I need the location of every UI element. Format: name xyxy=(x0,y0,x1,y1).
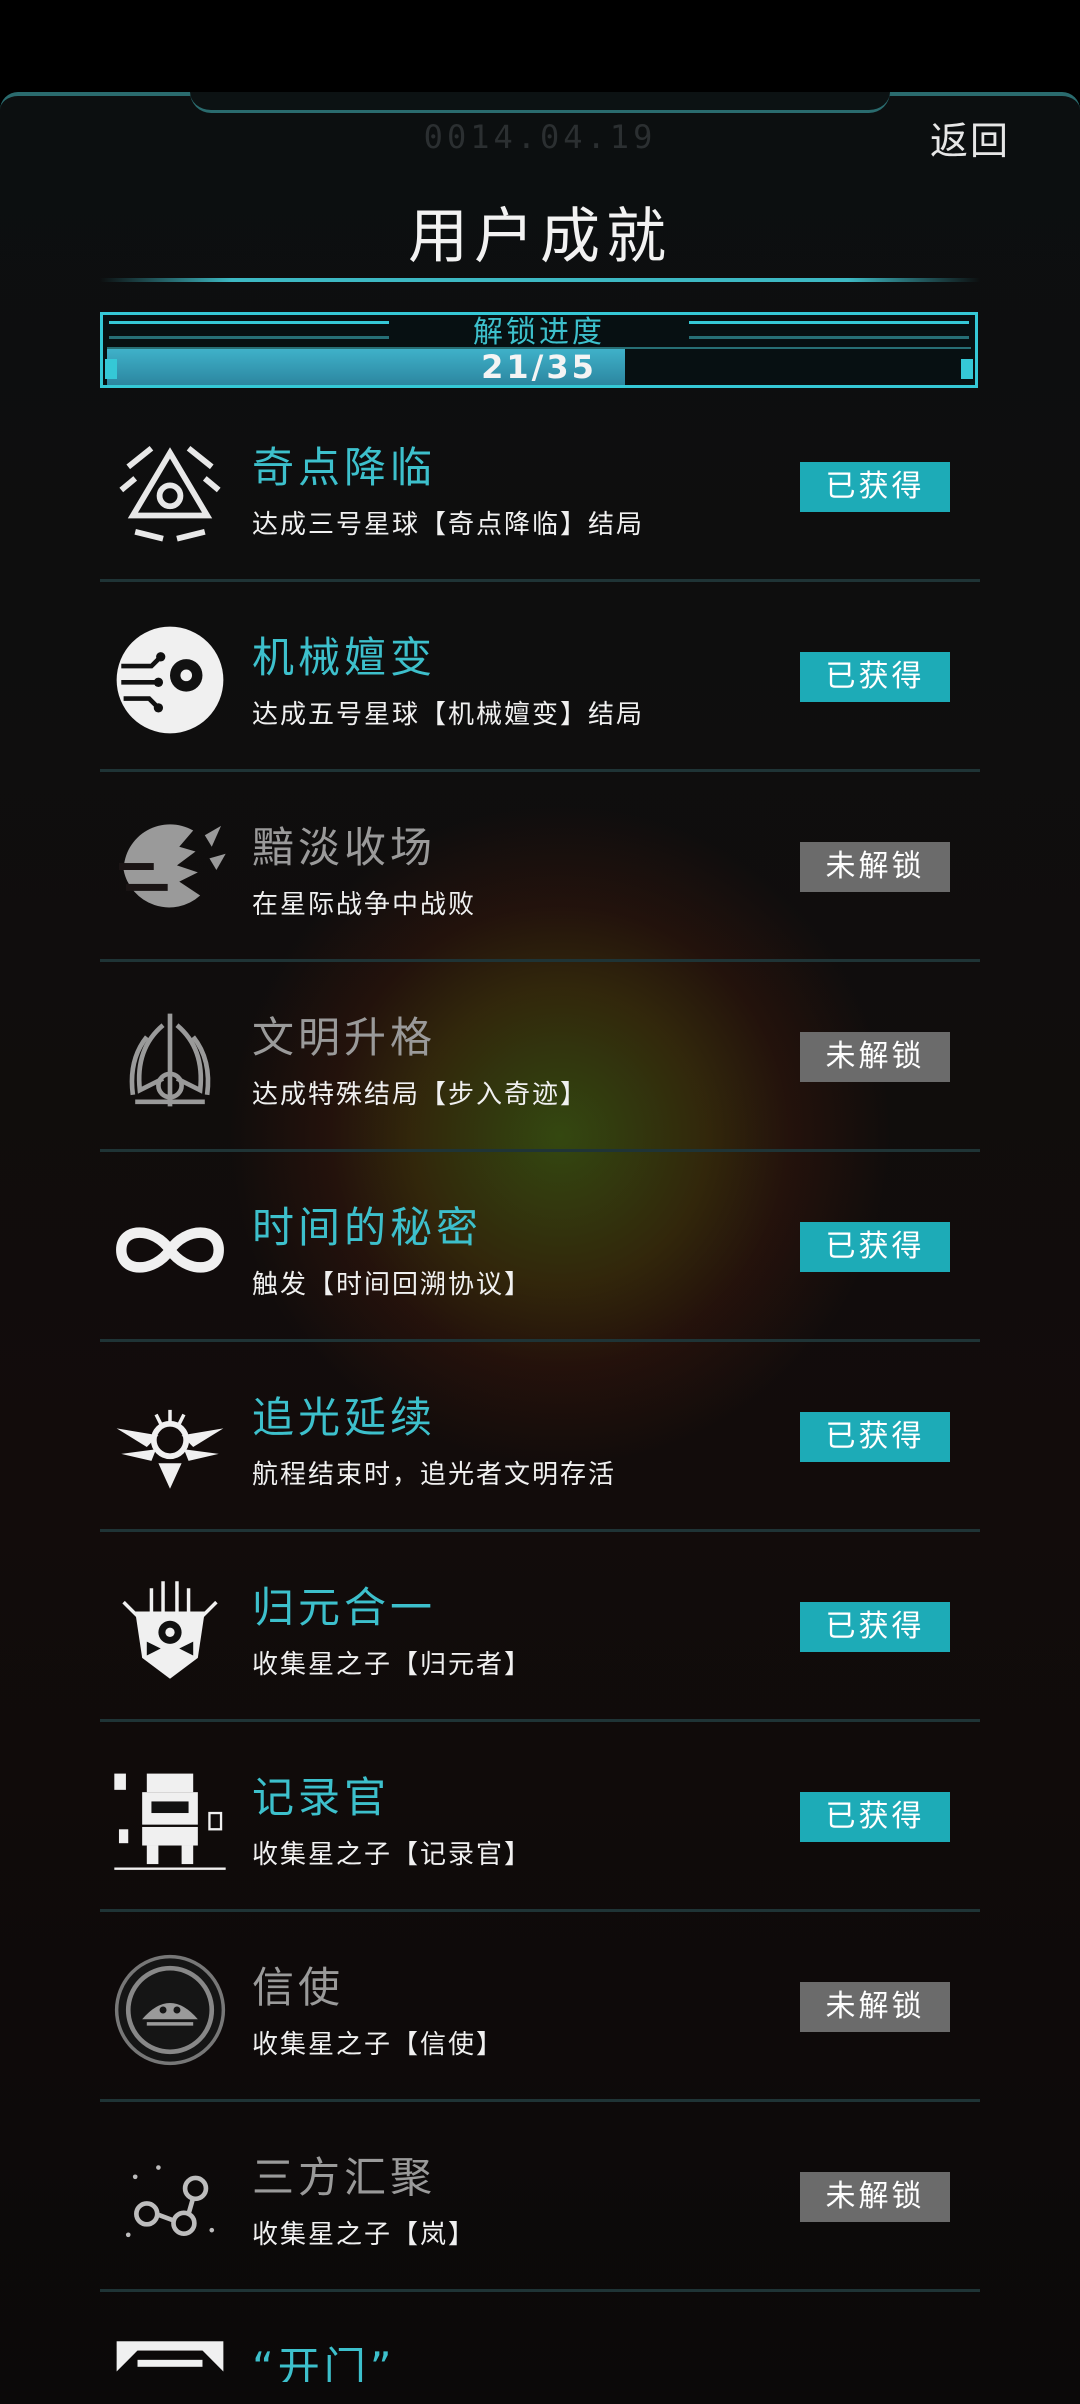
achievement-name: 时间的秘密 xyxy=(252,1203,483,1252)
achievement-list: 奇点降临 达成三号星球【奇点降临】结局 已获得 机械嬗变 达成五号星球【机械嬗变… xyxy=(100,392,980,2382)
orbit-nodes-icon xyxy=(112,2142,228,2258)
achievement-name: 奇点降临 xyxy=(252,443,437,492)
achievement-name: 三方汇聚 xyxy=(252,2153,437,2202)
achievement-name: 文明升格 xyxy=(252,1013,437,1062)
achievement-status-badge: 已获得 xyxy=(800,652,950,702)
achievement-desc: 触发【时间回溯协议】 xyxy=(252,1270,533,1300)
achievement-desc: 收集星之子【记录官】 xyxy=(252,1840,533,1870)
achievement-name: 记录官 xyxy=(252,1773,391,1822)
achievement-status-badge: 已获得 xyxy=(800,1602,950,1652)
progress-cap-right xyxy=(961,359,973,379)
gate-icon xyxy=(112,2332,228,2382)
achievement-item[interactable]: “开门” xyxy=(100,2292,980,2382)
winged-star-icon xyxy=(112,1382,228,1498)
achievement-name: 黯淡收场 xyxy=(252,823,437,872)
progress-label: 解锁进度 xyxy=(473,315,605,350)
achievement-item[interactable]: 黯淡收场 在星际战争中战败 未解锁 xyxy=(100,772,980,962)
achievement-item[interactable]: 信使 收集星之子【信使】 未解锁 xyxy=(100,1912,980,2102)
page-title: 用户成就 xyxy=(408,202,672,272)
winged-crest-icon xyxy=(112,1002,228,1118)
achievement-desc: 在星际战争中战败 xyxy=(252,890,477,920)
achievement-item[interactable]: 归元合一 收集星之子【归元者】 已获得 xyxy=(100,1532,980,1722)
achievement-item[interactable]: 机械嬗变 达成五号星球【机械嬗变】结局 已获得 xyxy=(100,582,980,772)
progress-cap-left xyxy=(105,359,117,379)
achievement-desc: 达成特殊结局【步入奇迹】 xyxy=(252,1080,589,1110)
progress-track: 21/35 xyxy=(107,347,971,385)
infinity-icon xyxy=(112,1192,228,1308)
achievement-name: 信使 xyxy=(252,1963,345,2012)
achievement-item[interactable]: 奇点降临 达成三号星球【奇点降临】结局 已获得 xyxy=(100,392,980,582)
achievement-desc: 收集星之子【归元者】 xyxy=(252,1650,533,1680)
achievement-status-badge: 未解锁 xyxy=(800,2172,950,2222)
robot-mask-icon xyxy=(112,1572,228,1688)
achievement-status-badge: 已获得 xyxy=(800,462,950,512)
achievement-name: 机械嬗变 xyxy=(252,633,437,682)
achievement-desc: 收集星之子【信使】 xyxy=(252,2030,505,2060)
achievement-desc: 收集星之子【岚】 xyxy=(252,2220,477,2250)
achievement-item[interactable]: 三方汇聚 收集星之子【岚】 未解锁 xyxy=(100,2102,980,2292)
achievement-item[interactable]: 追光延续 航程结束时，追光者文明存活 已获得 xyxy=(100,1342,980,1532)
achievement-name: “开门” xyxy=(252,2343,396,2382)
achievement-status-badge: 已获得 xyxy=(800,1412,950,1462)
achievement-name: 追光延续 xyxy=(252,1393,437,1442)
unlock-progress: 解锁进度 21/35 xyxy=(100,312,978,388)
triangle-emblem-icon xyxy=(112,432,228,548)
messenger-ship-icon xyxy=(112,1952,228,2068)
broken-planet-icon xyxy=(112,812,228,928)
back-button[interactable]: 返回 xyxy=(928,108,1012,167)
top-notch-decoration xyxy=(190,92,890,113)
circuit-eye-icon xyxy=(112,622,228,738)
pixel-robot-icon xyxy=(112,1762,228,1878)
achievement-desc: 达成五号星球【机械嬗变】结局 xyxy=(252,700,645,730)
achievement-name: 归元合一 xyxy=(252,1583,437,1632)
achievement-status-badge: 未解锁 xyxy=(800,842,950,892)
achievement-item[interactable]: 记录官 收集星之子【记录官】 已获得 xyxy=(100,1722,980,1912)
achievement-item[interactable]: 文明升格 达成特殊结局【步入奇迹】 未解锁 xyxy=(100,962,980,1152)
achievement-status-badge: 已获得 xyxy=(800,1222,950,1272)
title-divider xyxy=(100,278,980,282)
achievement-status-badge: 未解锁 xyxy=(800,1032,950,1082)
achievement-item[interactable]: 时间的秘密 触发【时间回溯协议】 已获得 xyxy=(100,1152,980,1342)
achievement-desc: 达成三号星球【奇点降临】结局 xyxy=(252,510,645,540)
achievement-desc: 航程结束时，追光者文明存活 xyxy=(252,1460,617,1490)
achievement-status-badge: 已获得 xyxy=(800,1792,950,1842)
progress-count: 21/35 xyxy=(481,348,597,386)
achievement-status-badge: 未解锁 xyxy=(800,1982,950,2032)
date-label: 0014.04.19 xyxy=(423,118,657,156)
